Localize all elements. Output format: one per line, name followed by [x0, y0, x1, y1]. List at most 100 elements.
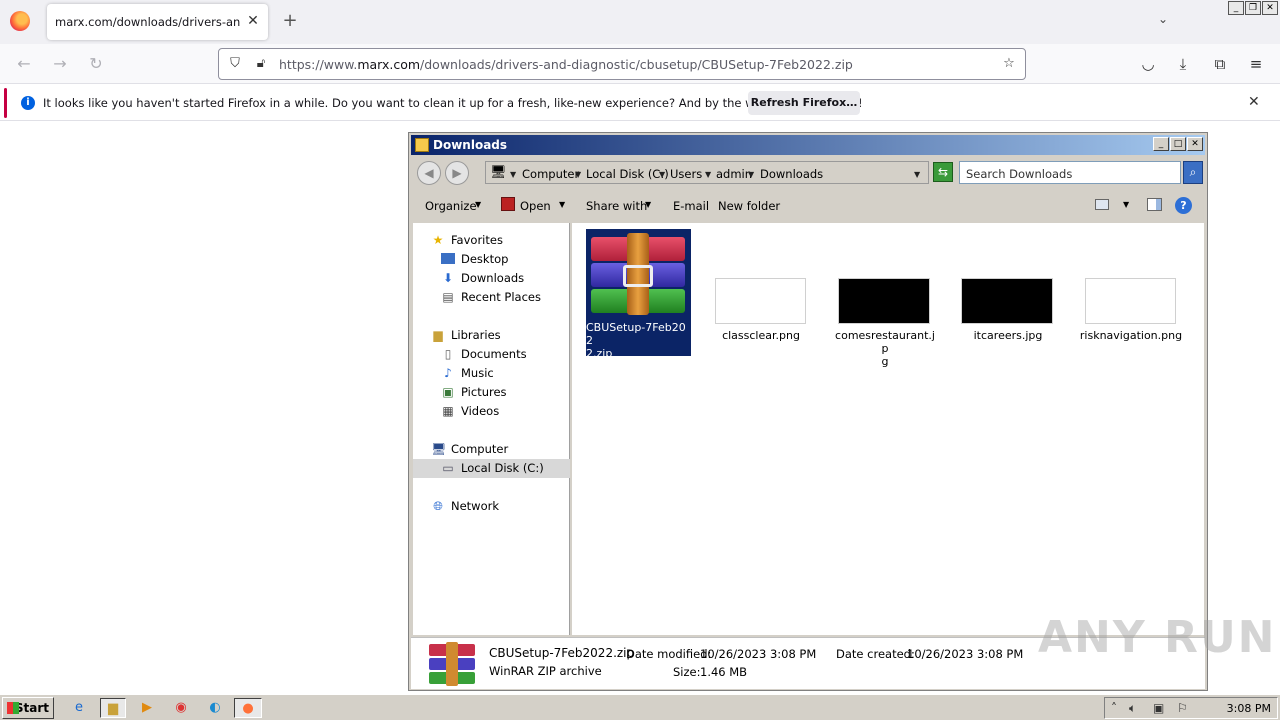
- menu-hamburger-icon[interactable]: ≡: [1246, 54, 1266, 74]
- open-chevron-down-icon[interactable]: ▼: [559, 200, 565, 209]
- preview-pane-icon[interactable]: [1147, 198, 1162, 211]
- organize-button[interactable]: Organize: [425, 199, 477, 213]
- details-modified-label: Date modified:: [626, 647, 712, 661]
- details-size-label: Size:: [673, 665, 701, 679]
- address-bar[interactable]: 🖥︎ ▼ Computer ▼ Local Disk (C:) ▼ Users …: [485, 161, 929, 184]
- breadcrumb-admin[interactable]: admin: [716, 167, 752, 181]
- bookmark-star-icon[interactable]: ☆: [1001, 56, 1017, 72]
- help-icon[interactable]: ?: [1175, 197, 1192, 214]
- file-item-selected[interactable]: CBUSetup-7Feb202 2.zip: [586, 229, 691, 360]
- breadcrumb-computer[interactable]: Computer: [522, 167, 579, 181]
- browser-tab-active[interactable]: marx.com/downloads/drivers-and-diagnosti…: [47, 4, 268, 40]
- share-with-button[interactable]: Share with: [586, 199, 647, 213]
- breadcrumb-users[interactable]: Users: [670, 167, 702, 181]
- nav-label: Computer: [451, 442, 509, 456]
- chevron-down-icon[interactable]: ▼: [705, 170, 711, 179]
- nav-label: Music: [461, 366, 494, 380]
- start-button[interactable]: Start: [2, 697, 54, 719]
- chevron-down-icon[interactable]: ▼: [510, 170, 516, 179]
- explorer-minimize-icon[interactable]: _: [1153, 137, 1169, 151]
- command-bar: Organize ▼ Open ▼ Share with ▼ E-mail Ne…: [411, 191, 1205, 221]
- back-arrow-icon[interactable]: ←: [14, 54, 34, 74]
- winrar-small-icon: [501, 197, 515, 211]
- file-list-pane: CBUSetup-7Feb202 2.zip classclear.png co…: [572, 223, 1204, 635]
- url-path: /downloads/drivers-and-diagnostic/cbuset…: [420, 57, 853, 72]
- list-all-tabs-chevron-icon[interactable]: ⌄: [1158, 12, 1168, 26]
- address-row: ◀ ▶ 🖥︎ ▼ Computer ▼ Local Disk (C:) ▼ Us…: [411, 157, 1205, 189]
- edge-icon[interactable]: ◐: [204, 698, 226, 718]
- share-chevron-down-icon[interactable]: ▼: [645, 200, 651, 209]
- file-item[interactable]: classclear.png: [709, 229, 813, 356]
- downloads-icon[interactable]: ⤓: [1173, 54, 1193, 74]
- chevron-down-icon[interactable]: ▼: [659, 170, 665, 179]
- organize-chevron-down-icon[interactable]: ▼: [475, 200, 481, 209]
- explorer-window: Downloads _ □ ✕ ◀ ▶ 🖥︎ ▼ Computer ▼ Loca…: [408, 132, 1208, 691]
- tab-close-icon[interactable]: ✕: [244, 12, 262, 30]
- chevron-down-icon[interactable]: ▼: [748, 170, 754, 179]
- breadcrumb-downloads[interactable]: Downloads: [760, 167, 823, 181]
- pocket-icon[interactable]: ◡: [1138, 54, 1158, 74]
- file-name-line: 2.zip: [586, 347, 613, 360]
- email-button[interactable]: E-mail: [673, 199, 709, 213]
- new-tab-plus-icon[interactable]: +: [280, 11, 300, 31]
- view-options-chevron-icon[interactable]: ▼: [1123, 200, 1129, 209]
- computer-icon: 🖥︎: [431, 442, 447, 456]
- open-button[interactable]: Open: [520, 199, 551, 213]
- recent-places-icon: ▤: [442, 290, 454, 304]
- close-window-icon[interactable]: ✕: [1262, 1, 1278, 15]
- refresh-arrows-icon[interactable]: ⇆: [933, 162, 953, 182]
- file-name: CBUSetup-7Feb202 2.zip: [586, 321, 690, 360]
- explorer-back-icon[interactable]: ◀: [417, 161, 441, 185]
- explorer-close-icon[interactable]: ✕: [1187, 137, 1203, 151]
- shield-icon[interactable]: ⛉: [227, 56, 243, 72]
- firefox-taskbar-icon[interactable]: ●: [234, 698, 262, 718]
- taskbar-clock[interactable]: 3:08 PM: [1227, 702, 1271, 715]
- file-item[interactable]: risknavigation.png: [1079, 229, 1183, 356]
- minimize-window-icon[interactable]: _: [1228, 1, 1244, 15]
- windows-explorer-taskbar-icon[interactable]: ▆: [100, 698, 126, 718]
- windows-flag-icon: [7, 702, 19, 714]
- nav-label: Favorites: [451, 233, 503, 247]
- nav-local-disk[interactable]: ▭ Local Disk (C:): [413, 459, 570, 478]
- url-text[interactable]: https://www.marx.com/downloads/drivers-a…: [279, 57, 853, 72]
- image-thumbnail: [715, 278, 806, 324]
- address-history-chevron-icon[interactable]: ▼: [914, 170, 920, 179]
- network-tray-icon[interactable]: ▣: [1153, 701, 1164, 715]
- anyrun-watermark: ANY RUN: [1038, 612, 1277, 663]
- search-downloads-input[interactable]: Search Downloads: [959, 161, 1181, 184]
- notification-close-icon[interactable]: ✕: [1248, 94, 1260, 110]
- documents-icon: ▯: [444, 347, 452, 361]
- chrome-icon[interactable]: ◉: [170, 698, 192, 718]
- tray-expand-chevron-icon[interactable]: ˄: [1111, 701, 1117, 715]
- change-view-icon[interactable]: [1095, 199, 1109, 210]
- explorer-title-bar[interactable]: Downloads _ □ ✕: [411, 135, 1205, 155]
- url-bar[interactable]: ⛉ 🔓︎ https://www.marx.com/downloads/driv…: [218, 48, 1026, 80]
- nav-label: Recent Places: [461, 290, 541, 304]
- notification-text: It looks like you haven't started Firefo…: [43, 96, 863, 110]
- forward-arrow-icon[interactable]: →: [50, 54, 70, 74]
- breadcrumb-local-disk[interactable]: Local Disk (C:): [586, 167, 669, 181]
- file-name: itcareers.jpg: [956, 329, 1060, 342]
- refresh-firefox-button[interactable]: Refresh Firefox…: [748, 91, 860, 115]
- internet-explorer-icon[interactable]: e: [68, 698, 90, 718]
- media-player-icon[interactable]: ▶: [136, 698, 158, 718]
- explorer-maximize-icon[interactable]: □: [1170, 137, 1186, 151]
- reload-icon[interactable]: ↻: [86, 54, 106, 74]
- desktop-icon: [441, 253, 455, 264]
- insecure-lock-icon[interactable]: 🔓︎: [253, 56, 269, 72]
- file-item[interactable]: comesrestaurant.jp g: [833, 229, 937, 368]
- explorer-forward-icon[interactable]: ▶: [445, 161, 469, 185]
- search-placeholder: Search Downloads: [966, 167, 1073, 181]
- new-folder-button[interactable]: New folder: [718, 199, 780, 213]
- navigation-pane: ★ Favorites Desktop ⬇ Downloads ▤ Recent…: [413, 223, 570, 635]
- libraries-icon: ▆: [433, 328, 443, 342]
- file-item[interactable]: itcareers.jpg: [956, 229, 1060, 356]
- search-magnifier-icon[interactable]: ⌕: [1183, 161, 1203, 184]
- restore-window-icon[interactable]: ❐: [1245, 1, 1261, 15]
- extensions-icon[interactable]: ⧉: [1210, 54, 1230, 74]
- details-modified-value: 10/26/2023 3:08 PM: [700, 647, 817, 661]
- chevron-down-icon[interactable]: ▼: [575, 170, 581, 179]
- action-center-flag-icon[interactable]: ⚐: [1177, 701, 1188, 715]
- url-prefix: https://www.: [279, 57, 358, 72]
- volume-icon[interactable]: 🔈︎: [1129, 701, 1136, 716]
